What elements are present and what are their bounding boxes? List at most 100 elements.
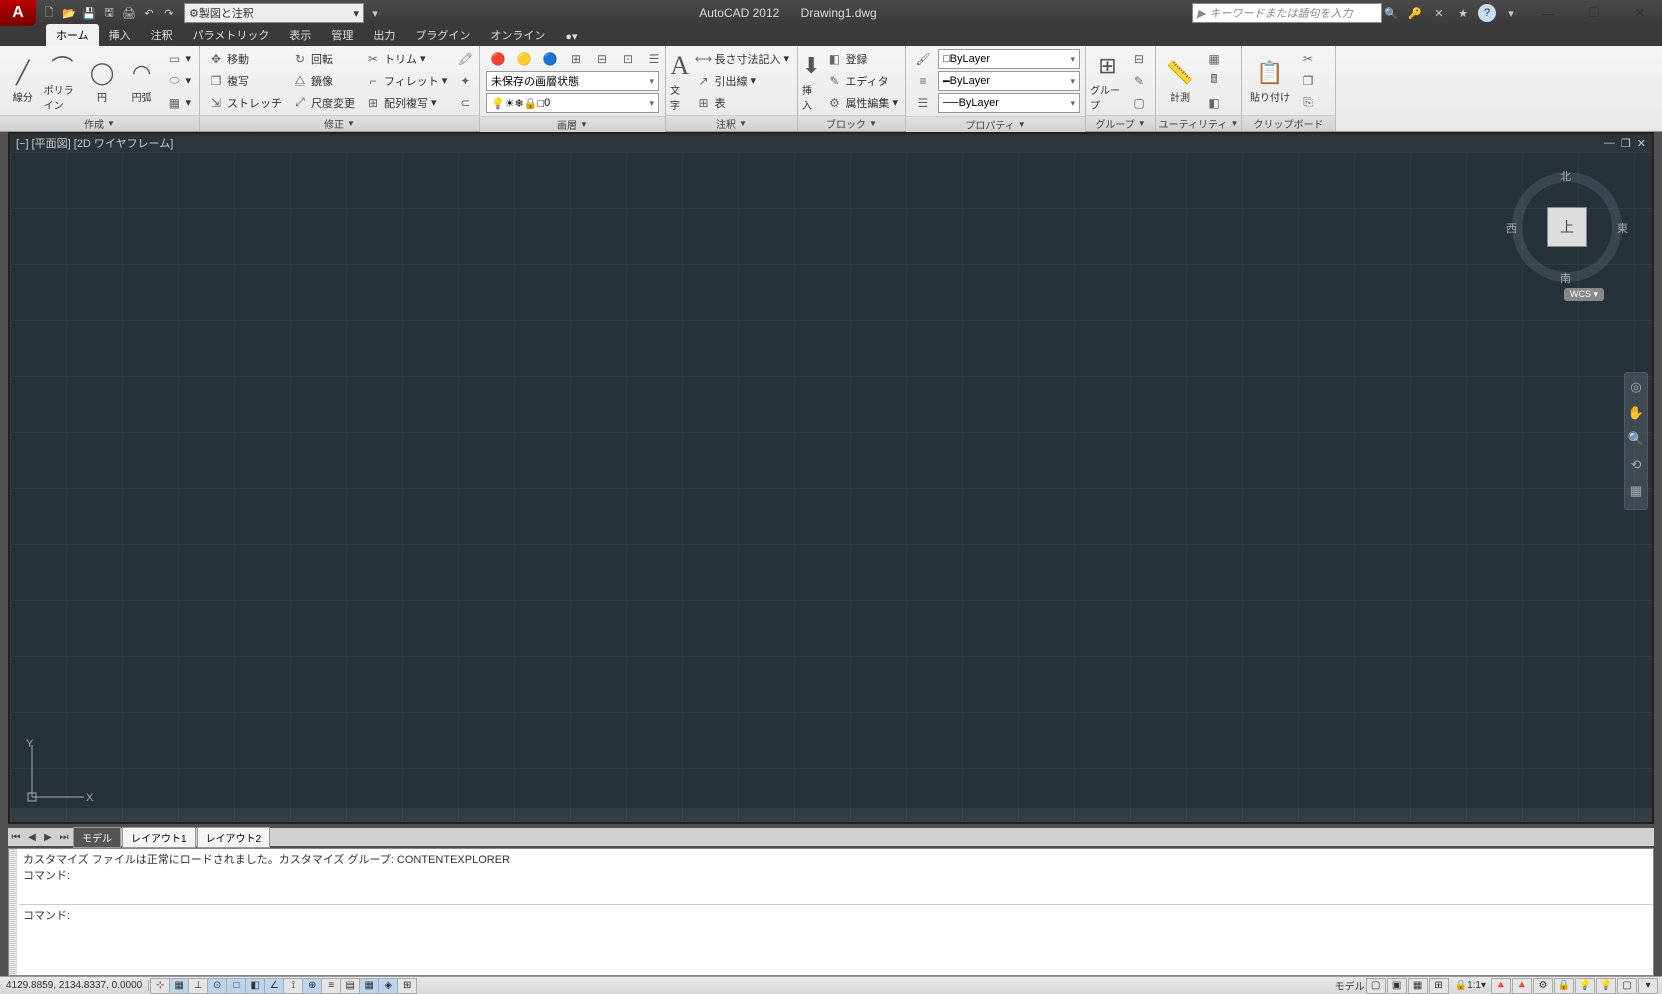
util-tool-3[interactable]: ◧	[1202, 93, 1226, 113]
list-button[interactable]: ☰	[911, 93, 935, 113]
favorite-icon[interactable]: ★	[1454, 4, 1472, 22]
close-button[interactable]: ✕	[1618, 2, 1662, 24]
status-tray-more[interactable]: ▾	[1638, 978, 1658, 994]
am-toggle[interactable]: ⊞	[397, 978, 417, 994]
group-bbox-button[interactable]: ▢	[1127, 93, 1151, 113]
layout-next-icon[interactable]: ▶	[40, 832, 56, 843]
lwt-toggle[interactable]: ≡	[321, 978, 341, 994]
grid-toggle[interactable]: ▦	[169, 978, 189, 994]
ducs-toggle[interactable]: ⟟	[283, 978, 303, 994]
viewcube[interactable]: 上 北 南 東 西	[1512, 172, 1622, 282]
panel-utilities-title[interactable]: ユーティリティ▼	[1156, 115, 1241, 131]
nav-showmotion-icon[interactable]: ▦	[1627, 483, 1645, 503]
layers-tool-2[interactable]: 🟡	[512, 49, 536, 69]
viewcube-south[interactable]: 南	[1560, 270, 1571, 286]
anno-vis-toggle[interactable]: 🔺	[1491, 978, 1511, 994]
group-button[interactable]: ⊞グループ	[1090, 49, 1125, 113]
nav-zoom-icon[interactable]: 🔍	[1627, 431, 1645, 451]
ellipse-button[interactable]: ⬭▾	[162, 71, 195, 91]
attedit-button[interactable]: ⚙属性編集 ▾	[822, 93, 902, 113]
panel-properties-title[interactable]: プロパティ▼	[906, 116, 1085, 132]
workspace-dropdown[interactable]: ⚙ 製図と注釈 ▾	[184, 3, 364, 23]
select-all-button[interactable]: ▦	[1202, 49, 1226, 69]
tab-plugins[interactable]: プラグイン	[405, 24, 480, 46]
qp-toggle[interactable]: ▦	[359, 978, 379, 994]
minimize-button[interactable]: —	[1526, 2, 1570, 24]
anno-auto-toggle[interactable]: 🔺	[1512, 978, 1532, 994]
help-icon[interactable]: ?	[1478, 4, 1496, 22]
qat-more-icon[interactable]: ▾	[366, 4, 384, 22]
prop-tool-2[interactable]: ≡	[911, 71, 935, 91]
quickview-drawings[interactable]: ⊞	[1429, 978, 1449, 994]
table-button[interactable]: ⊞表	[691, 93, 793, 113]
dim-linear-button[interactable]: ⟷長さ寸法記入 ▾	[691, 49, 793, 69]
tab-insert[interactable]: 挿入	[99, 24, 141, 46]
color-dropdown[interactable]: □ ByLayer▾	[938, 49, 1080, 69]
tab-view[interactable]: 表示	[279, 24, 321, 46]
nav-wheel-icon[interactable]: ◎	[1627, 379, 1645, 399]
circle-button[interactable]: ◯円	[83, 49, 121, 113]
search-icon[interactable]: 🔍	[1382, 4, 1400, 22]
sr-btn-2[interactable]: ▣	[1387, 978, 1407, 994]
cut-button[interactable]: ✂	[1296, 49, 1320, 69]
coordinates-display[interactable]: 4129.8859, 2134.8337, 0.0000	[0, 980, 149, 991]
command-window-grip[interactable]	[9, 849, 17, 975]
wcs-badge[interactable]: WCS ▾	[1564, 288, 1604, 301]
space-label[interactable]: モデル	[1335, 978, 1365, 993]
clean-screen[interactable]: ▢	[1617, 978, 1637, 994]
layout-last-icon[interactable]: ⏭	[56, 832, 72, 843]
leader-button[interactable]: ↗引出線 ▾	[691, 71, 793, 91]
sr-btn-1[interactable]: ▢	[1366, 978, 1386, 994]
nav-orbit-icon[interactable]: ⟲	[1627, 457, 1645, 477]
panel-clipboard-title[interactable]: クリップボード	[1242, 115, 1335, 131]
layers-tool-5[interactable]: ⊟	[590, 49, 614, 69]
mirror-button[interactable]: ⧋鏡像	[288, 71, 359, 91]
isolate-objects[interactable]: 💡	[1596, 978, 1616, 994]
arc-button[interactable]: ◠円弧	[123, 49, 161, 113]
stretch-button[interactable]: ⇲ストレッチ	[204, 93, 286, 113]
block-create-button[interactable]: ◧登録	[822, 49, 902, 69]
block-edit-button[interactable]: ✎エディタ	[822, 71, 902, 91]
quickview-layouts[interactable]: ▦	[1408, 978, 1428, 994]
workspace-switch[interactable]: ⚙	[1533, 978, 1553, 994]
open-icon[interactable]: 📂	[60, 4, 78, 22]
new-icon[interactable]: 🗋	[40, 4, 58, 22]
layout-first-icon[interactable]: ⏮	[8, 832, 24, 843]
exchange-icon[interactable]: ✕	[1430, 4, 1448, 22]
rectangle-button[interactable]: ▭▾	[162, 49, 195, 69]
lineweight-dropdown[interactable]: ━ ByLayer▾	[938, 71, 1080, 91]
snap-toggle[interactable]: ⊹	[150, 978, 170, 994]
quickcalc-button[interactable]: 🖩	[1202, 71, 1226, 91]
array-button[interactable]: ⊞配列複写 ▾	[361, 93, 451, 113]
tpy-toggle[interactable]: ▤	[340, 978, 360, 994]
scale-button[interactable]: ⤢尺度変更	[288, 93, 359, 113]
layer-state-dropdown[interactable]: 未保存の画層状態▾	[486, 71, 659, 91]
layout-prev-icon[interactable]: ◀	[24, 832, 40, 843]
tab-manage[interactable]: 管理	[321, 24, 363, 46]
layer-dropdown[interactable]: 💡☀❄🔒□ 0▾	[486, 93, 659, 113]
3dosnap-toggle[interactable]: ◧	[245, 978, 265, 994]
anno-scale-display[interactable]: 🔒1:1▾	[1451, 980, 1490, 991]
erase-button[interactable]: 🖍	[453, 49, 477, 69]
command-input[interactable]: コマンド:	[19, 905, 1653, 923]
panel-groups-title[interactable]: グループ▼	[1086, 115, 1155, 131]
viewcube-east[interactable]: 東	[1617, 220, 1628, 236]
insert-block-button[interactable]: ⬇挿入	[802, 49, 820, 113]
trim-button[interactable]: ✂トリム ▾	[361, 49, 451, 69]
dyn-toggle[interactable]: ⊕	[302, 978, 322, 994]
undo-icon[interactable]: ↶	[140, 4, 158, 22]
layers-tool-6[interactable]: ⊡	[616, 49, 640, 69]
panel-layers-title[interactable]: 画層▼	[480, 116, 665, 132]
viewcube-north[interactable]: 北	[1560, 168, 1571, 184]
linetype-dropdown[interactable]: ── ByLayer▾	[938, 93, 1080, 113]
layout-tab-1[interactable]: レイアウト1	[122, 827, 196, 848]
layers-tool-1[interactable]: 🔴	[486, 49, 510, 69]
layout-tab-2[interactable]: レイアウト2	[197, 827, 271, 848]
tab-annotate[interactable]: 注釈	[141, 24, 183, 46]
ortho-toggle[interactable]: ⊥	[188, 978, 208, 994]
nav-pan-icon[interactable]: ✋	[1627, 405, 1645, 425]
toolbar-lock[interactable]: 🔒	[1554, 978, 1574, 994]
viewport-minimize-icon[interactable]: —	[1604, 137, 1615, 150]
tab-parametric[interactable]: パラメトリック	[183, 24, 280, 46]
viewcube-west[interactable]: 西	[1506, 220, 1517, 236]
